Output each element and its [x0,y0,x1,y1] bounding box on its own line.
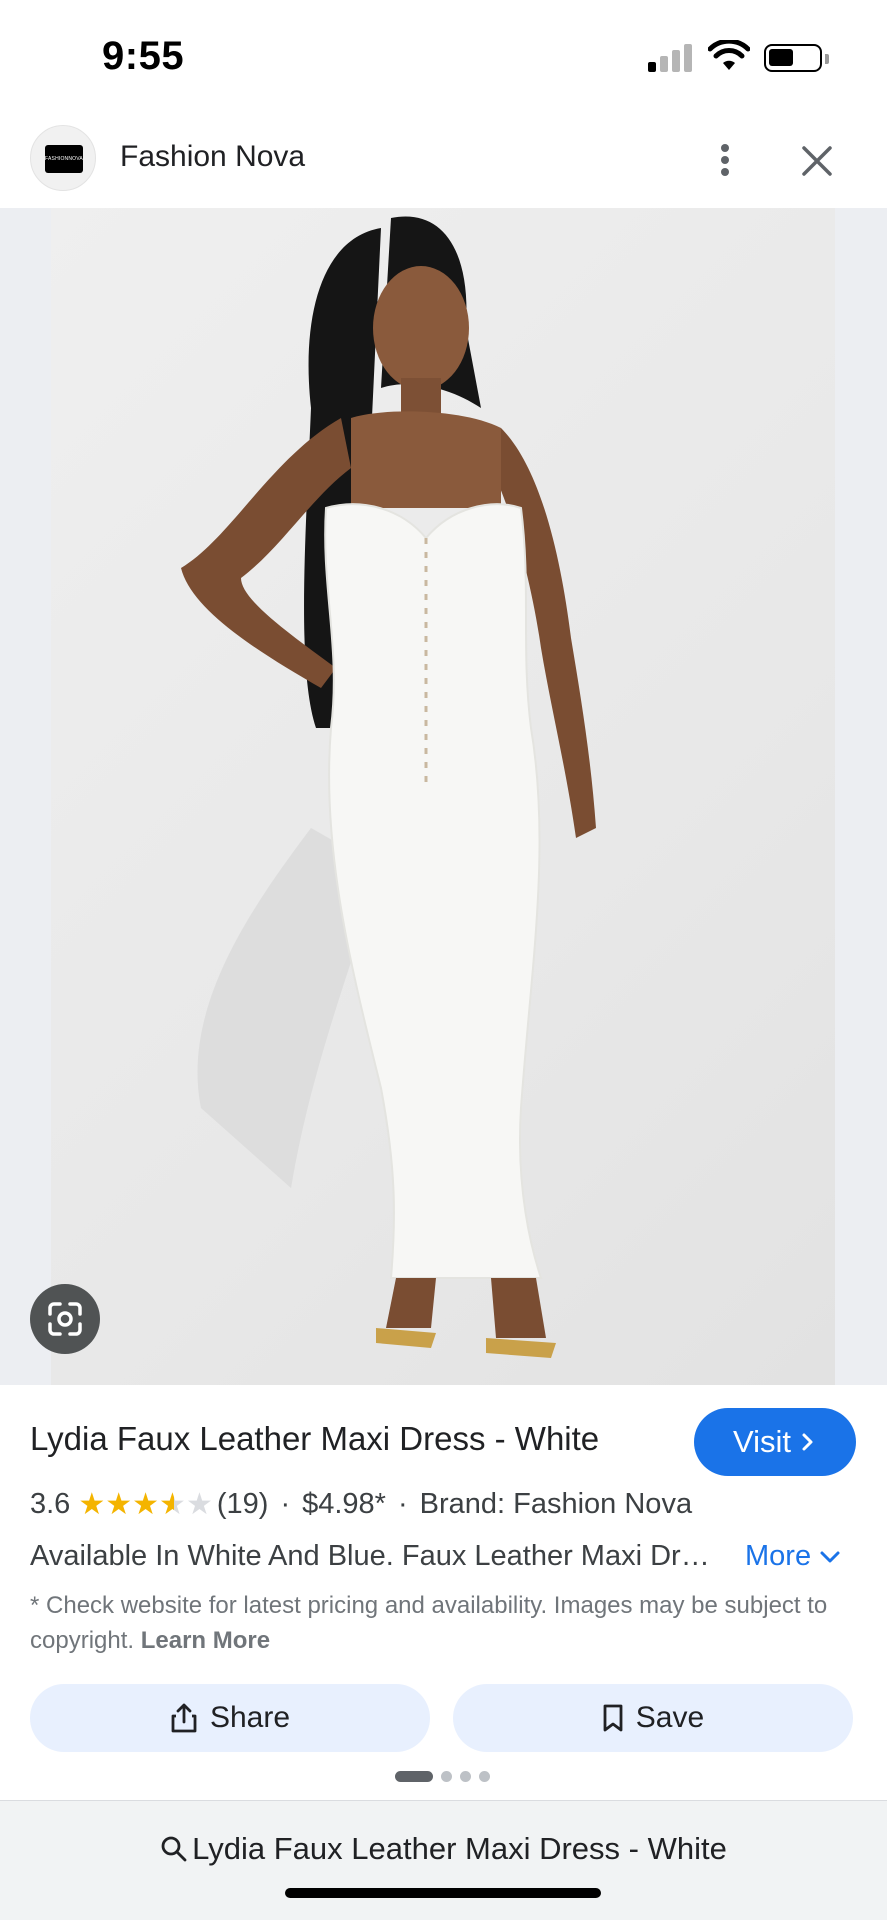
learn-more-link[interactable]: Learn More [141,1627,270,1654]
search-icon [161,1836,187,1862]
carousel-indicator [395,1770,490,1782]
search-query: Lydia Faux Leather Maxi Dress - White [192,1831,727,1866]
price: $4.98* [302,1488,386,1520]
cellular-signal-icon [648,42,692,72]
logo-text: FASHIONNOVA [45,145,83,173]
google-lens-button[interactable] [30,1284,100,1354]
product-title: Lydia Faux Leather Maxi Dress - White [30,1420,600,1457]
rating-value: 3.6 [30,1488,71,1520]
disclaimer: * Check website for latest pricing and a… [30,1588,830,1658]
carousel-dot [460,1770,471,1782]
rating-stars: ★ ★ ★ ★ ★ [78,1487,213,1521]
more-options-button[interactable] [705,130,745,190]
brand: Brand: Fashion Nova [419,1488,693,1520]
star-icon: ★ [132,1487,160,1521]
battery-icon [764,44,829,72]
product-description: Available In White And Blue. Faux Leathe… [30,1540,710,1572]
carousel-dot-active [395,1770,433,1782]
product-image-area [0,208,887,1385]
search-query-row[interactable]: Lydia Faux Leather Maxi Dress - White [0,1831,887,1867]
site-name[interactable]: Fashion Nova [120,140,305,174]
carousel-dot [441,1770,452,1782]
star-icon: ★ [78,1487,106,1521]
empty-star-icon: ★ [185,1487,213,1521]
chevron-down-icon [820,1551,840,1562]
product-image[interactable] [51,208,835,1385]
source-header: FASHIONNOVA Fashion Nova [0,118,887,208]
more-label: More [745,1540,812,1572]
product-meta-row: 3.6 ★ ★ ★ ★ ★ (19) · $4.98* · Brand: Fas… [30,1488,692,1521]
review-count[interactable]: (19) [217,1488,269,1521]
bookmark-icon [603,1704,623,1732]
save-button[interactable]: Save [453,1684,853,1752]
status-time: 9:55 [102,34,185,78]
chevron-right-icon [802,1433,813,1451]
site-logo: FASHIONNOVA [30,125,96,191]
separator: · [397,1488,408,1520]
carousel-dot [479,1770,490,1782]
separator: · [280,1488,291,1520]
close-icon[interactable] [792,136,842,186]
lens-icon [48,1302,82,1336]
wifi-icon [708,40,750,70]
share-icon [171,1703,197,1733]
model-in-white-dress-illustration [181,216,596,1358]
share-button[interactable]: Share [30,1684,430,1752]
visit-button[interactable]: Visit [694,1408,856,1476]
visit-label: Visit [732,1424,791,1459]
bottom-search-bar[interactable]: Lydia Faux Leather Maxi Dress - White [0,1800,887,1920]
star-icon: ★ [105,1487,133,1521]
half-star-icon: ★ [159,1487,186,1521]
save-label: Save [635,1701,705,1734]
share-label: Share [209,1701,291,1734]
home-indicator[interactable] [285,1888,601,1898]
more-button[interactable]: More [745,1540,841,1573]
status-bar: 9:55 [0,0,887,118]
